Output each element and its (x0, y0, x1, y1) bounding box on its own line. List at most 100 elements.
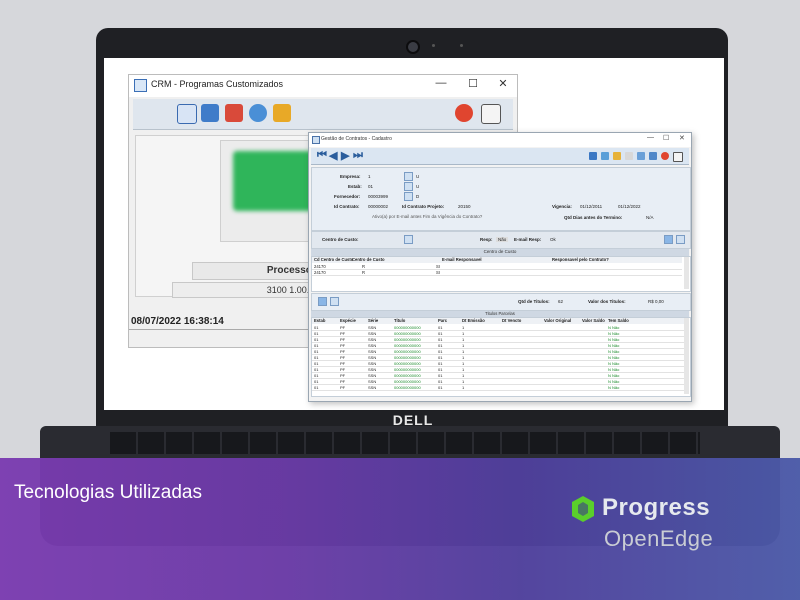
cost-center-section-title: Centro de Custo (311, 249, 689, 256)
resp-label: Resp: (480, 237, 493, 242)
table-cell: SSN (368, 385, 377, 390)
add-icon[interactable] (664, 235, 673, 244)
contracts-window-title: Gestão de Contratos - Cadastro (321, 136, 392, 142)
minimize-button[interactable]: — (431, 77, 451, 89)
vertical-scrollbar[interactable] (684, 318, 689, 394)
table-row[interactable]: 01 PF SSN 000000000000 01 1 N Não (312, 385, 684, 391)
column-header[interactable]: Espécie (340, 318, 356, 323)
new-icon[interactable] (589, 152, 597, 160)
tools-icon[interactable] (225, 104, 243, 122)
table-cell: 1 (462, 385, 465, 390)
column-header[interactable]: Série (368, 318, 378, 323)
column-header[interactable]: E-mail Responsavel (442, 257, 482, 262)
maximize-button[interactable]: ☐ (463, 77, 483, 90)
save-icon[interactable] (637, 152, 645, 160)
email-resp-value[interactable]: Ok (550, 237, 556, 242)
table-cell: PF (340, 325, 346, 330)
qtd-dias-value[interactable]: N/A (646, 215, 654, 220)
cost-center-header-row: Cd Centro de Custo Centro de Custo E-mai… (312, 257, 682, 263)
help-icon[interactable] (661, 152, 669, 160)
table-cell: 24170 (314, 264, 326, 269)
table-cell: SSN (368, 337, 377, 342)
column-header[interactable]: Valor Saldo (582, 318, 605, 323)
search-icon[interactable] (404, 172, 413, 181)
table-cell: 1 (462, 349, 465, 354)
column-header[interactable]: Dt Vencto (502, 318, 521, 323)
close-button[interactable]: ✕ (493, 77, 513, 90)
folder-icon[interactable] (273, 104, 291, 122)
contracts-minimize-button[interactable]: — (647, 134, 654, 141)
table-cell: PF (340, 331, 346, 336)
column-header[interactable]: Dt Emissão (462, 318, 485, 323)
help-icon[interactable] (455, 104, 473, 122)
column-header[interactable]: Estab (314, 318, 325, 323)
search-icon[interactable] (404, 235, 413, 244)
id-contrato-value[interactable]: 00000002 (368, 204, 388, 209)
edit-icon[interactable] (613, 152, 621, 160)
filter-icon[interactable] (330, 297, 339, 306)
table-cell: 1 (462, 331, 465, 336)
qtd-titulos-label: Qtd de Titulos: (518, 299, 550, 304)
table-cell: R (362, 264, 366, 269)
app-icon (134, 79, 147, 92)
table-cell: 1 (462, 343, 465, 348)
vigencia-start[interactable]: 01/12/2011 (580, 204, 602, 209)
help-globe-icon[interactable] (249, 104, 267, 122)
next-record-icon[interactable]: ▶ (341, 149, 349, 162)
delete-icon[interactable] (625, 152, 633, 160)
contracts-close-button[interactable]: ✕ (679, 134, 685, 142)
copy-icon[interactable] (601, 152, 609, 160)
qtd-titulos-value: 62 (558, 299, 564, 304)
vigencia-end[interactable]: 01/12/2022 (618, 204, 641, 209)
table-cell: 01 (314, 325, 319, 330)
column-header[interactable]: Centro de Custo (352, 257, 385, 262)
exit-icon[interactable] (673, 152, 683, 162)
contracts-maximize-button[interactable]: ☐ (663, 134, 669, 142)
column-header[interactable]: Parc (438, 318, 447, 323)
last-record-icon[interactable]: ⏭ (353, 149, 363, 162)
table-cell: SI (436, 270, 440, 275)
table-cell: 01 (438, 337, 443, 342)
first-record-icon[interactable]: ⏮ (317, 149, 327, 162)
previous-record-icon[interactable]: ◀ (329, 149, 337, 162)
print-icon[interactable] (649, 152, 657, 160)
exit-door-icon[interactable] (481, 104, 501, 124)
fornecedor-value[interactable]: 00003999 (368, 194, 388, 199)
table-cell: N Não (608, 385, 620, 390)
table-cell: 01 (314, 343, 319, 348)
estab-value[interactable]: 01 (368, 184, 373, 189)
empresa-value[interactable]: 1 (368, 174, 371, 179)
search-icon[interactable] (404, 192, 413, 201)
table-cell: 000000000000 (394, 349, 421, 354)
table-row[interactable]: 24170 R SI (312, 270, 682, 276)
printer-icon[interactable] (201, 104, 219, 122)
table-cell: 000000000000 (394, 367, 421, 372)
table-cell: PF (340, 367, 346, 372)
document-icon[interactable] (177, 104, 197, 124)
search-icon[interactable] (404, 182, 413, 191)
empresa-tag: U (416, 174, 420, 179)
webcam-indicator-icon (432, 44, 435, 47)
table-cell: 000000000000 (394, 361, 421, 366)
column-header[interactable]: Tem Saldo (608, 318, 629, 323)
table-cell: SI (436, 264, 440, 269)
id-projeto-value[interactable]: 20150 (458, 204, 471, 209)
column-header[interactable]: Cd Centro de Custo (314, 257, 353, 262)
table-cell: 01 (438, 367, 443, 372)
table-cell: 01 (314, 379, 319, 384)
contract-form: Empresa: 1 U Estab: 01 U Fornecedor: 000… (311, 167, 691, 231)
column-header[interactable]: Valor Original (544, 318, 571, 323)
fornecedor-label: Fornecedor: (334, 194, 361, 199)
column-header[interactable]: Titulo (394, 318, 405, 323)
column-header[interactable]: Responsavel pelo Contrato? (552, 257, 609, 262)
table-cell: 01 (314, 385, 319, 390)
contracts-window: Gestão de Contratos - Cadastro — ☐ ✕ ⏮ ◀… (308, 132, 692, 402)
resp-select[interactable]: Não (496, 237, 509, 242)
fornecedor-tag: D (416, 194, 420, 199)
remove-icon[interactable] (676, 235, 685, 244)
cost-center-grid: Cd Centro de Custo Centro de Custo E-mai… (311, 256, 691, 292)
vertical-scrollbar[interactable] (684, 257, 689, 289)
refresh-icon[interactable] (318, 297, 327, 306)
table-cell: SSN (368, 331, 377, 336)
table-cell: 01 (438, 331, 443, 336)
